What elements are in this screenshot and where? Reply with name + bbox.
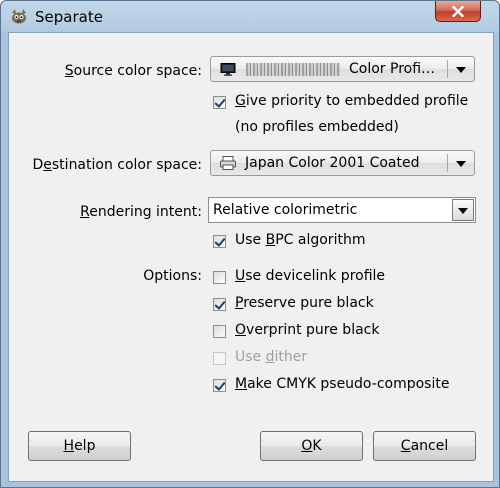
make-cmyk-pseudo-composite-label[interactable]: Make CMYK pseudo-composite [235, 376, 449, 392]
give-priority-label[interactable]: Give priority to embedded profile [235, 93, 468, 109]
make-cmyk-pseudo-composite-checkbox[interactable] [213, 379, 226, 392]
rendering-intent-dropdown-button[interactable] [452, 199, 474, 221]
source-color-space-label: Source color space: [64, 63, 202, 79]
rendering-intent-combo[interactable]: Relative colorimetric [208, 197, 476, 223]
gimp-icon [12, 9, 26, 24]
preserve-pure-black-checkbox[interactable] [213, 298, 226, 311]
close-button[interactable] [435, 1, 481, 22]
redacted-profile-name [246, 63, 340, 76]
no-profiles-note: (no profiles embedded) [235, 119, 399, 135]
give-priority-checkbox[interactable] [213, 96, 226, 109]
source-profile-value: Color Profi… [349, 61, 436, 77]
use-bpc-checkbox[interactable] [213, 235, 226, 248]
source-color-space-combo[interactable]: Color Profi… [210, 56, 475, 82]
help-button[interactable]: Help [28, 431, 131, 461]
overprint-pure-black-label[interactable]: Overprint pure black [235, 322, 379, 338]
title-bar[interactable]: Separate [1, 1, 499, 33]
monitor-icon [220, 63, 236, 76]
options-label: Options: [143, 268, 202, 284]
rendering-intent-value: Relative colorimetric [213, 202, 358, 218]
overprint-pure-black-checkbox[interactable] [213, 325, 226, 338]
dropdown-arrow-icon [456, 161, 466, 167]
combo-separator [447, 60, 448, 78]
dropdown-arrow-icon [456, 67, 466, 73]
use-bpc-label[interactable]: Use BPC algorithm [235, 232, 365, 248]
cancel-button[interactable]: Cancel [373, 431, 476, 461]
destination-color-space-label: Destination color space: [32, 157, 202, 173]
preserve-pure-black-label[interactable]: Preserve pure black [235, 295, 374, 311]
destination-profile-value: Japan Color 2001 Coated [245, 155, 420, 171]
ok-button[interactable]: OK [260, 431, 363, 461]
combo-separator [447, 154, 448, 172]
separate-dialog-window: Separate Source color space: Color Profi… [0, 0, 500, 488]
use-devicelink-checkbox[interactable] [213, 271, 226, 284]
close-icon [452, 5, 464, 17]
rendering-intent-label: Rendering intent: [80, 204, 202, 220]
dialog-content: Source color space: Color Profi… Give pr… [8, 32, 494, 482]
use-dither-checkbox[interactable] [213, 352, 226, 365]
use-devicelink-label[interactable]: Use devicelink profile [235, 268, 385, 284]
destination-color-space-combo[interactable]: Japan Color 2001 Coated [210, 150, 475, 176]
window-title: Separate [35, 8, 103, 26]
use-dither-label[interactable]: Use dither [235, 349, 307, 365]
printer-icon [220, 156, 236, 170]
dropdown-arrow-icon [458, 208, 468, 214]
